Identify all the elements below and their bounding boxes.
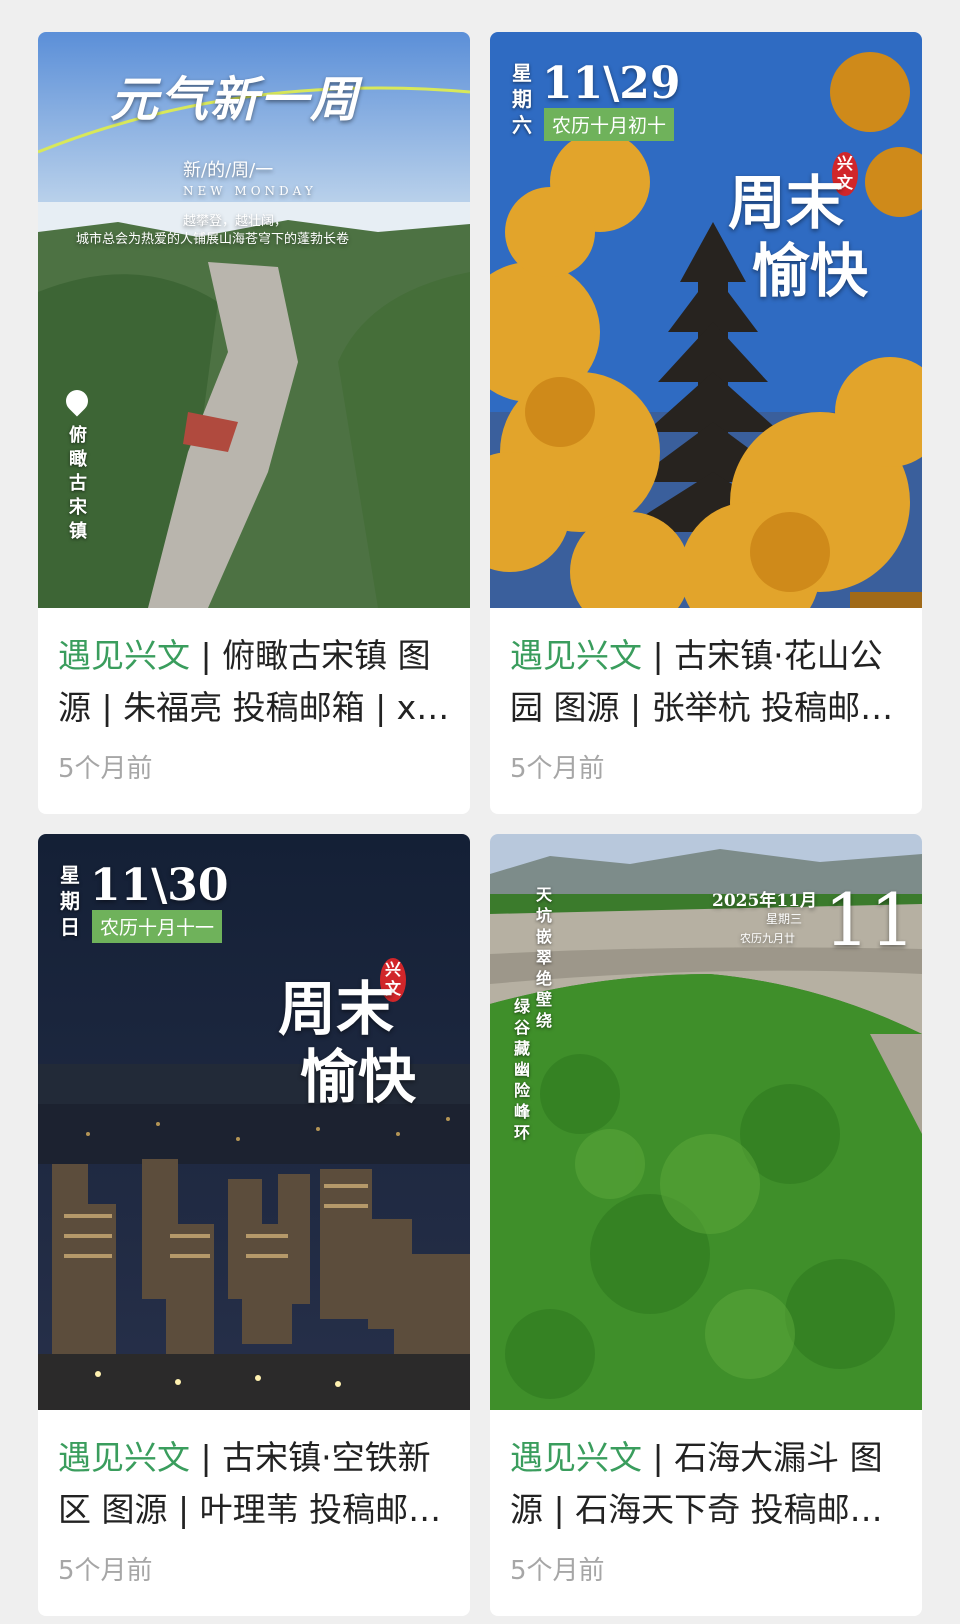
cover-subtitle-en: NEW MONDAY xyxy=(183,184,317,198)
publish-time: 5个月前 xyxy=(510,754,605,784)
cover-weekday: 星期日 xyxy=(60,863,80,939)
publish-time: 5个月前 xyxy=(510,1556,605,1586)
column-name: 遇见兴文 xyxy=(510,1438,642,1477)
cover-location: 俯瞰古宋镇 xyxy=(69,425,87,542)
article-title[interactable]: 遇见兴文 | 俯瞰古宋镇 图源 | 朱福亮 投稿邮箱 | xxwxmt@163.… xyxy=(58,630,450,734)
cover-line-2: 城市总会为热爱的人铺展山海苍穹下的蓬勃长卷 xyxy=(76,232,350,247)
cover-year-month: 2025年11月 xyxy=(712,891,817,911)
cover-image-ginkgo-tower[interactable]: 星期六 11\29 农历十月初十 兴文 周末 愉快 xyxy=(490,32,922,608)
cover-heading-2: 愉快 xyxy=(300,1043,417,1111)
cover-line-1: 越攀登，越壮阔， xyxy=(183,214,288,229)
cover-weekday: 星期六 xyxy=(512,61,532,137)
cover-lunar-date: 农历十月十一 xyxy=(92,910,223,943)
cover-day: 11 xyxy=(824,878,916,962)
column-name: 遇见兴文 xyxy=(58,1438,190,1477)
cover-poem-line-1: 天坑嵌翠绝壁绕 xyxy=(535,885,552,1030)
cover-date: 11\29 xyxy=(542,58,681,109)
column-name: 遇见兴文 xyxy=(510,636,642,675)
cover-image-aerial-town[interactable]: 元气新一周 新/的/周/一 NEW MONDAY 越攀登，越壮阔， 城市总会为热… xyxy=(38,32,470,608)
article-card-3[interactable]: 星期日 11\30 农历十月十一 兴文 周末 愉快 遇见兴文 | 古宋镇·空铁新… xyxy=(38,834,470,1616)
article-title[interactable]: 遇见兴文 | 古宋镇·花山公园 图源 | 张举杭 投稿邮箱 | xxwxmt@1… xyxy=(510,630,902,734)
cover-heading-2: 愉快 xyxy=(752,237,869,305)
article-grid: 元气新一周 新/的/周/一 NEW MONDAY 越攀登，越壮阔， 城市总会为热… xyxy=(38,32,922,1616)
article-title[interactable]: 遇见兴文 | 古宋镇·空铁新区 图源 | 叶理苇 投稿邮箱 | xxwxmt@1… xyxy=(58,1432,450,1536)
cover-image-night-city[interactable]: 星期日 11\30 农历十月十一 兴文 周末 愉快 xyxy=(38,834,470,1410)
article-card-2[interactable]: 星期六 11\29 农历十月初十 兴文 周末 愉快 遇见兴文 | 古宋镇·花山公… xyxy=(490,32,922,814)
cover-subtitle: 新/的/周/一 xyxy=(183,160,274,181)
cover-lunar-date: 农历九月廿 xyxy=(740,932,795,945)
publish-time: 5个月前 xyxy=(58,1556,153,1586)
publish-time: 5个月前 xyxy=(58,754,153,784)
article-card-4[interactable]: 2025年11月 星期三 农历九月廿 11 天坑嵌翠绝壁绕 绿谷藏幽险峰环 遇见… xyxy=(490,834,922,1616)
cover-image-sinkhole[interactable]: 2025年11月 星期三 农历九月廿 11 天坑嵌翠绝壁绕 绿谷藏幽险峰环 xyxy=(490,834,922,1410)
article-title[interactable]: 遇见兴文 | 石海大漏斗 图源 | 石海天下奇 投稿邮箱 | xxwxmt@16… xyxy=(510,1432,902,1536)
cover-date: 11\30 xyxy=(90,860,229,911)
cover-weekday: 星期三 xyxy=(766,912,803,926)
cover-lunar-date: 农历十月初十 xyxy=(544,108,675,141)
cover-poem-line-2: 绿谷藏幽险峰环 xyxy=(513,997,530,1142)
article-card-1[interactable]: 元气新一周 新/的/周/一 NEW MONDAY 越攀登，越壮阔， 城市总会为热… xyxy=(38,32,470,814)
cover-heading: 元气新一周 xyxy=(110,72,361,128)
column-name: 遇见兴文 xyxy=(58,636,190,675)
